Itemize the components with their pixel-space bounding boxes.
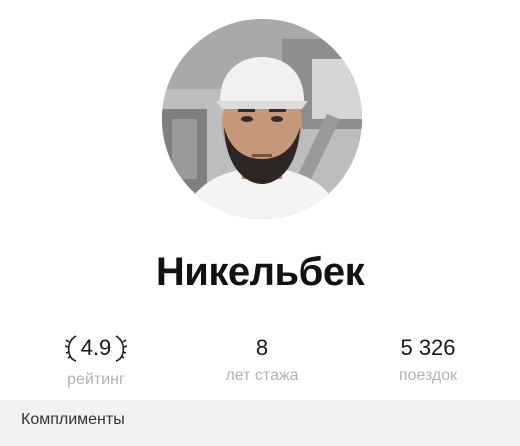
rating-badge: 4.9 <box>64 333 128 363</box>
driver-name: Никельбек <box>155 250 365 294</box>
trips-value: 5 326 <box>400 335 456 360</box>
experience-value: 8 <box>255 335 269 360</box>
stat-experience: 8 лет стажа <box>182 333 342 385</box>
driver-photo-icon <box>162 19 362 219</box>
stat-rating: 4.9 рейтинг <box>16 333 176 389</box>
stats-row: 4.9 рейтинг 8 лет стажа 5 326 поездок <box>0 333 520 393</box>
trips-label: поездок <box>398 367 458 384</box>
driver-profile-page: Никельбек 4.9 рейтинг 8 лет стажа 5 326 … <box>0 0 520 446</box>
laurel-right-icon <box>113 334 128 362</box>
laurel-left-icon <box>64 334 79 362</box>
stat-trips: 5 326 поездок <box>348 333 508 385</box>
compliments-title: Комплименты <box>21 411 125 428</box>
rating-value: 4.9 <box>80 335 112 360</box>
compliments-section[interactable]: Комплименты <box>0 400 520 446</box>
avatar[interactable] <box>162 19 362 219</box>
experience-label: лет стажа <box>225 367 299 384</box>
rating-label: рейтинг <box>67 371 125 388</box>
